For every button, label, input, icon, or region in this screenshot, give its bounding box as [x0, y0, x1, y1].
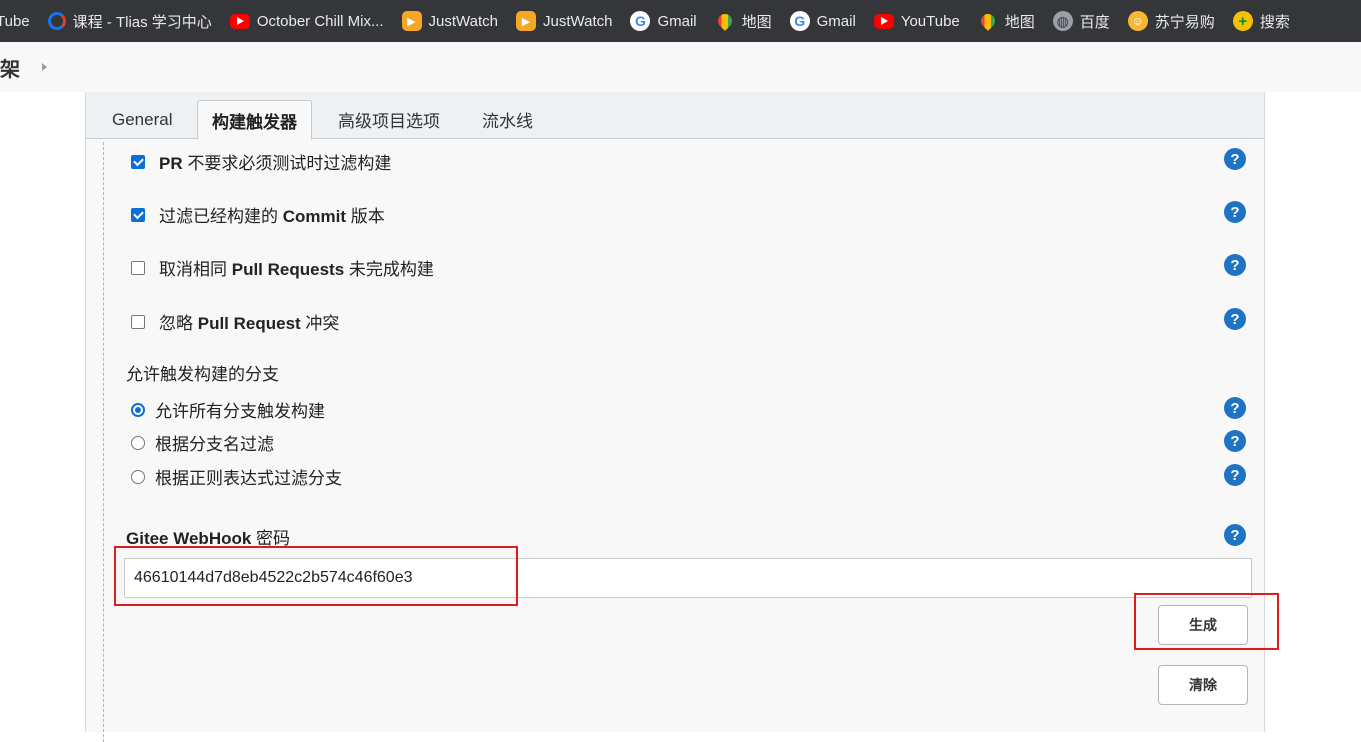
- help-icon[interactable]: ?: [1224, 430, 1246, 452]
- checkbox-label: PR 不要求必须测试时过滤构建: [159, 154, 392, 173]
- config-panel: General 构建触发器 高级项目选项 流水线 PR 不要求必须测试时过滤构建…: [85, 92, 1265, 742]
- bookmark-label: JustWatch: [542, 12, 613, 30]
- checkbox-commit-filter[interactable]: [131, 207, 145, 222]
- radio-label: 根据分支名过滤: [155, 435, 274, 454]
- bookmark-item[interactable]: ☺ 苏宁易购: [1119, 0, 1224, 42]
- bookmark-label: 搜索: [1259, 13, 1290, 31]
- bookmark-item[interactable]: October Chill Mix...: [221, 0, 393, 42]
- clear-button[interactable]: 清除: [1158, 665, 1248, 705]
- checkbox-row-commit-filter[interactable]: 过滤已经构建的 Commit 版本: [131, 202, 385, 227]
- google-icon: G: [630, 11, 651, 31]
- highlight-box-password: [114, 546, 518, 606]
- maps-icon: [714, 11, 735, 31]
- help-icon[interactable]: ?: [1224, 308, 1246, 330]
- help-icon[interactable]: ?: [1224, 148, 1246, 170]
- help-icon[interactable]: ?: [1224, 201, 1246, 223]
- highlight-box-generate: [1134, 593, 1279, 650]
- breadcrumb-arrow-icon[interactable]: [42, 63, 47, 71]
- justwatch-icon: ▶: [515, 11, 536, 31]
- checkbox-cancel-pr[interactable]: [131, 260, 145, 275]
- radio-branch-name-filter[interactable]: [131, 435, 145, 450]
- help-icon[interactable]: ?: [1224, 524, 1246, 546]
- radio-regex-filter[interactable]: [131, 469, 145, 484]
- radio-all-branches[interactable]: [131, 402, 145, 417]
- help-icon[interactable]: ?: [1224, 397, 1246, 419]
- bookmark-item[interactable]: G Gmail: [781, 0, 865, 42]
- checkbox-label: 取消相同 Pull Requests 未完成构建: [159, 260, 434, 279]
- tab-advanced-options[interactable]: 高级项目选项: [324, 100, 454, 139]
- checkbox-pr-filter[interactable]: [131, 154, 145, 169]
- radio-row-branch-name-filter[interactable]: 根据分支名过滤: [131, 430, 274, 455]
- bookmark-item[interactable]: Tube: [0, 0, 39, 42]
- radio-label: 根据正则表达式过滤分支: [155, 469, 342, 488]
- tab-general[interactable]: General: [98, 100, 186, 139]
- breadcrumb: 架: [0, 42, 1361, 92]
- bookmark-label: Tube: [0, 12, 30, 30]
- checkbox-row-cancel-pr[interactable]: 取消相同 Pull Requests 未完成构建: [131, 255, 434, 280]
- tab-build-triggers[interactable]: 构建触发器: [197, 100, 312, 140]
- section-divider: [103, 142, 104, 742]
- bookmark-label: 百度: [1079, 13, 1110, 31]
- checkbox-label: 过滤已经构建的 Commit 版本: [159, 207, 385, 226]
- radio-row-all-branches[interactable]: 允许所有分支触发构建: [131, 397, 325, 422]
- youtube-icon: [229, 13, 250, 29]
- bookmark-label: October Chill Mix...: [256, 12, 384, 30]
- bookmark-item[interactable]: + 搜索: [1224, 0, 1299, 42]
- help-icon[interactable]: ?: [1224, 464, 1246, 486]
- youtube-icon: [873, 13, 894, 29]
- bookmark-item[interactable]: 课程 - Tlias 学习中心: [39, 0, 221, 42]
- suning-icon: ☺: [1127, 11, 1148, 31]
- bookmark-item[interactable]: G Gmail: [621, 0, 705, 42]
- bookmark-label: 地图: [741, 13, 772, 31]
- bookmark-item[interactable]: ▶ JustWatch: [393, 0, 507, 42]
- bookmark-label: 苏宁易购: [1154, 13, 1215, 31]
- bookmark-item[interactable]: ◍ 百度: [1044, 0, 1119, 42]
- bookmark-label: JustWatch: [428, 12, 498, 30]
- tab-pipeline[interactable]: 流水线: [468, 100, 547, 139]
- bookmark-label: Gmail: [816, 12, 856, 30]
- bookmark-item[interactable]: ▶ JustWatch: [507, 0, 621, 42]
- checkbox-label: 忽略 Pull Request 冲突: [159, 314, 340, 333]
- tab-bar: General 构建触发器 高级项目选项 流水线: [86, 92, 1264, 140]
- checkbox-row-ignore-conflict[interactable]: 忽略 Pull Request 冲突: [131, 309, 339, 334]
- branch-section-label: 允许触发构建的分支: [126, 365, 279, 384]
- bookmark-label: YouTube: [900, 12, 960, 30]
- bookmark-item[interactable]: 地图: [706, 0, 781, 42]
- bookmark-item[interactable]: YouTube: [865, 0, 969, 42]
- bookmark-label: 地图: [1004, 13, 1035, 31]
- tlias-icon: [47, 12, 66, 30]
- bookmarks-bar: Tube 课程 - Tlias 学习中心 October Chill Mix... ▶…: [0, 0, 1361, 42]
- bookmark-label: Gmail: [657, 12, 697, 30]
- search-plus-icon: +: [1232, 11, 1253, 31]
- maps-icon: [977, 11, 998, 31]
- breadcrumb-item[interactable]: 架: [0, 53, 20, 82]
- radio-row-regex-filter[interactable]: 根据正则表达式过滤分支: [131, 464, 342, 489]
- checkbox-row-pr-filter[interactable]: PR 不要求必须测试时过滤构建: [131, 149, 391, 174]
- radio-label: 允许所有分支触发构建: [155, 402, 325, 421]
- bookmark-label: 课程 - Tlias 学习中心: [72, 13, 212, 31]
- google-icon: G: [789, 11, 810, 31]
- checkbox-ignore-conflict[interactable]: [131, 314, 145, 329]
- globe-icon: ◍: [1052, 11, 1073, 31]
- bookmark-item[interactable]: 地图: [969, 0, 1044, 42]
- justwatch-icon: ▶: [401, 11, 422, 31]
- help-icon[interactable]: ?: [1224, 254, 1246, 276]
